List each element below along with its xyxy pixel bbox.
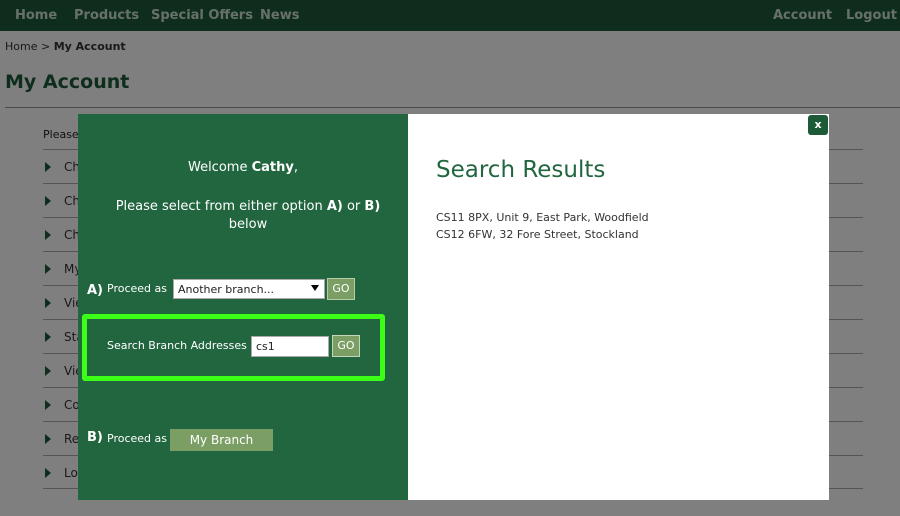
search-result-item[interactable]: CS11 8PX, Unit 9, East Park, Woodfield [436, 211, 649, 224]
option-a-label: Proceed as [107, 282, 167, 295]
search-go-button[interactable]: GO [332, 335, 360, 357]
instruction-or: or [342, 199, 365, 214]
branch-options-panel: Welcome Cathy, Please select from either… [78, 114, 408, 500]
instruction-suffix: below [228, 217, 268, 232]
branch-select[interactable]: Another branch... [173, 279, 325, 299]
welcome-prefix: Welcome [187, 160, 252, 175]
branch-select-value: Another branch... [178, 283, 275, 296]
option-b-letter: B) [87, 430, 103, 445]
welcome-suffix: , [293, 160, 298, 175]
close-button[interactable]: x [808, 115, 828, 135]
branch-select-modal: Welcome Cathy, Please select from either… [78, 114, 829, 500]
search-label: Search Branch Addresses [107, 339, 247, 352]
option-a-go-button[interactable]: GO [327, 278, 355, 300]
dropdown-caret-icon [311, 285, 319, 291]
option-a-letter: A) [87, 283, 104, 298]
welcome-message: Welcome Cathy, [78, 160, 408, 175]
instruction-option-a: A) [326, 199, 343, 214]
instruction-option-b: B) [364, 199, 381, 214]
instruction-prefix: Please select from either option [115, 199, 327, 214]
welcome-name: Cathy [251, 160, 294, 175]
instruction-text: Please select from either option A) or B… [98, 198, 398, 234]
search-result-item[interactable]: CS12 6FW, 32 Fore Street, Stockland [436, 228, 639, 241]
results-title: Search Results [436, 157, 606, 183]
branch-search-input[interactable]: cs1 [251, 336, 329, 357]
option-b-label: Proceed as [107, 432, 167, 445]
my-branch-button[interactable]: My Branch [170, 429, 273, 451]
